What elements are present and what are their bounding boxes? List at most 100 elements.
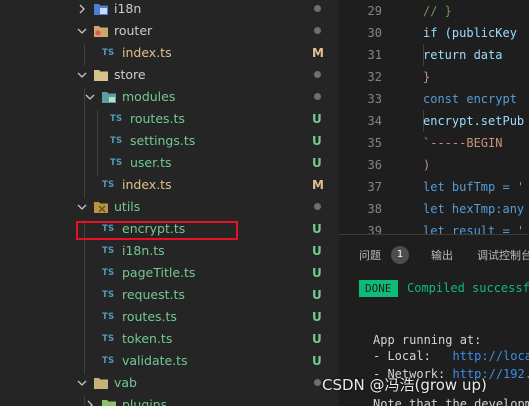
tree-file-utils-validate[interactable]: TS validate.ts U [0, 350, 339, 372]
code-text: if (publicKey [423, 26, 517, 40]
chevron-down-icon [76, 196, 88, 218]
tree-file-store-index[interactable]: TS index.ts M [0, 174, 339, 196]
tree-file-utils-token[interactable]: TS token.ts U [0, 328, 339, 350]
git-status-badge: U [312, 310, 322, 324]
tree-folder-i18n[interactable]: i18n [0, 0, 339, 20]
folder-status-dot [314, 379, 321, 386]
code-text: `-----BEGIN [423, 136, 503, 150]
git-status-badge: U [312, 222, 322, 236]
code-line: 38 let hexTmp:any [339, 198, 529, 220]
folder-status-dot [314, 27, 321, 34]
typescript-icon: TS [102, 246, 115, 256]
code-text: } [423, 70, 431, 84]
git-status-badge: U [312, 332, 322, 346]
code-line: 31 return data [339, 44, 529, 66]
tab-debug-console[interactable]: 调试控制台 [477, 247, 529, 263]
line-number: 30 [367, 26, 382, 40]
typescript-icon: TS [110, 136, 123, 146]
file-explorer: i18n router TS index.ts M store modules … [0, 0, 339, 406]
tree-item-label: request.ts [122, 287, 185, 302]
tree-item-label: index.ts [122, 177, 172, 192]
typescript-icon: TS [102, 48, 115, 58]
tree-item-label: settings.ts [130, 133, 196, 148]
line-number: 37 [367, 180, 382, 194]
line-number: 31 [367, 48, 382, 62]
router-folder-icon [93, 20, 109, 42]
code-line: 39 let result = ' [339, 220, 529, 234]
utils-folder-icon [93, 196, 109, 218]
note-text: Note that the developm [373, 397, 529, 406]
tree-file-store-routes[interactable]: TS routes.ts U [0, 108, 339, 130]
tree-folder-plugins[interactable]: plugins [0, 394, 339, 406]
chevron-down-icon [84, 86, 96, 108]
code-text: const encrypt [423, 92, 517, 106]
typescript-icon: TS [102, 268, 115, 278]
git-status-badge: U [312, 244, 322, 258]
chevron-down-icon [76, 64, 88, 86]
code-line: 29 // } [339, 0, 529, 22]
tree-file-store-user[interactable]: TS user.ts U [0, 152, 339, 174]
compiled-message: Compiled successfu [407, 281, 529, 295]
panel-tab-bar: 问题 1 输出 调试控制台 [339, 235, 529, 275]
tree-item-label: token.ts [122, 331, 173, 346]
tree-folder-modules[interactable]: modules [0, 86, 339, 108]
plugins-folder-icon [101, 394, 117, 406]
git-status-badge: U [312, 288, 322, 302]
chevron-down-icon [76, 20, 88, 42]
code-text: // } [423, 4, 452, 18]
git-status-badge: M [312, 46, 324, 60]
app-running-text: App running at: [373, 333, 482, 347]
folder-icon [93, 372, 109, 394]
tree-item-label: validate.ts [122, 353, 188, 368]
tree-folder-vab[interactable]: vab [0, 372, 339, 394]
git-status-badge: U [312, 354, 322, 368]
git-status-badge: U [312, 134, 322, 148]
tree-file-utils-i18n[interactable]: TS i18n.ts U [0, 240, 339, 262]
tree-folder-router[interactable]: router [0, 20, 339, 42]
i18n-folder-icon [93, 0, 109, 20]
tree-item-label: vab [114, 375, 137, 390]
tree-item-label: store [114, 67, 146, 82]
typescript-icon: TS [110, 158, 123, 168]
code-line: 37 let bufTmp = ' [339, 176, 529, 198]
tab-problems[interactable]: 问题 [359, 247, 381, 263]
git-status-badge: U [312, 112, 322, 126]
problems-count-badge: 1 [391, 246, 409, 264]
tree-item-label: routes.ts [130, 111, 185, 126]
code-text: let hexTmp:any [423, 202, 525, 216]
tree-file-utils-routes[interactable]: TS routes.ts U [0, 306, 339, 328]
code-line: 32 } [339, 66, 529, 88]
git-status-badge: U [312, 156, 322, 170]
code-text: let bufTmp = ' [423, 180, 525, 194]
line-number: 33 [367, 92, 382, 106]
chevron-right-icon [76, 0, 88, 20]
tree-file-utils-pagetitle[interactable]: TS pageTitle.ts U [0, 262, 339, 284]
chevron-right-icon [84, 394, 96, 406]
code-line: 33 const encrypt [339, 88, 529, 110]
local-label: - Local: [373, 349, 453, 363]
tree-item-label: modules [122, 89, 176, 104]
code-line: 36 ) [339, 154, 529, 176]
code-editor[interactable]: 29 // } 30 if (publicKey 31 return data … [339, 0, 529, 234]
tree-item-label: i18n [114, 1, 142, 16]
typescript-icon: TS [102, 312, 115, 322]
tree-item-label: plugins [122, 397, 168, 406]
code-text: encrypt.setPub [423, 114, 525, 128]
tree-file-router-index[interactable]: TS index.ts M [0, 42, 339, 64]
done-badge: DONE [359, 280, 398, 297]
typescript-icon: TS [102, 290, 115, 300]
tree-file-store-settings[interactable]: TS settings.ts U [0, 130, 339, 152]
folder-status-dot [314, 203, 321, 210]
tab-output[interactable]: 输出 [431, 247, 453, 263]
code-text: return data [423, 48, 503, 62]
line-number: 36 [367, 158, 382, 172]
tree-folder-utils[interactable]: utils [0, 196, 339, 218]
typescript-icon: TS [102, 180, 115, 190]
tree-item-label: utils [114, 199, 141, 214]
git-status-badge: U [312, 266, 322, 280]
tree-folder-store[interactable]: store [0, 64, 339, 86]
store-folder-icon [93, 64, 109, 86]
line-number: 32 [367, 70, 382, 84]
tree-file-utils-request[interactable]: TS request.ts U [0, 284, 339, 306]
local-url-link[interactable]: http://loca [452, 349, 529, 363]
